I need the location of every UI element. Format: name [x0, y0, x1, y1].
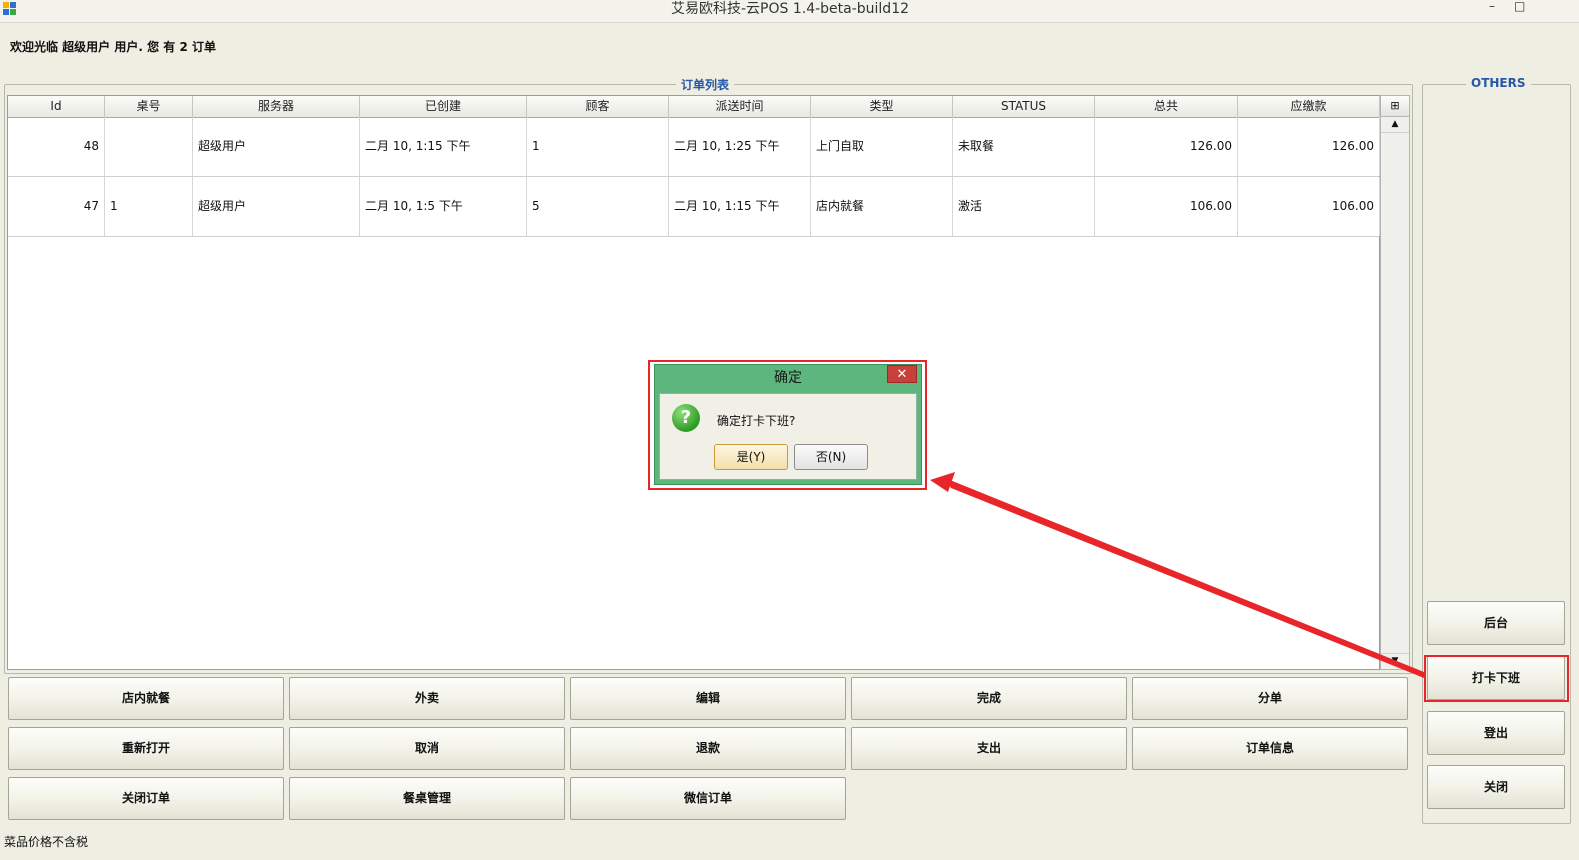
others-panel-title: OTHERS: [1466, 76, 1531, 90]
table-header: Id 桌号 服务器 已创建 顾客 派送时间 类型 STATUS 总共 应缴款: [8, 96, 1380, 118]
scroll-up-arrow-icon[interactable]: ▲: [1381, 117, 1409, 133]
cell-created: 二月 10, 1:15 下午: [360, 117, 527, 176]
logout-button[interactable]: 登出: [1427, 711, 1565, 755]
orders-panel-title: 订单列表: [676, 76, 735, 93]
cell-table: 1: [105, 177, 193, 236]
takeaway-button[interactable]: 外卖: [289, 677, 565, 720]
column-header-customer[interactable]: 顾客: [527, 96, 669, 117]
dialog-close-icon[interactable]: ✕: [887, 365, 917, 383]
status-bar-text: 菜品价格不含税: [4, 835, 89, 849]
close-app-button[interactable]: 关闭: [1427, 765, 1565, 809]
cell-created: 二月 10, 1:5 下午: [360, 177, 527, 236]
column-header-created[interactable]: 已创建: [360, 96, 527, 117]
welcome-text: 欢迎光临 超级用户 用户. 您 有 2 订单: [10, 40, 216, 54]
dialog-message: 确定打卡下班?: [717, 414, 796, 428]
confirm-dialog: 确定 ✕ ? 确定打卡下班? 是(Y) 否(N): [654, 364, 922, 485]
split-order-button[interactable]: 分单: [1132, 677, 1408, 720]
close-order-button[interactable]: 关闭订单: [8, 777, 284, 820]
cell-id: 47: [8, 177, 105, 236]
cell-delivery-time: 二月 10, 1:15 下午: [669, 177, 811, 236]
refund-button[interactable]: 退款: [570, 727, 846, 770]
cell-id: 48: [8, 117, 105, 176]
cell-customer: 1: [527, 117, 669, 176]
wechat-order-button[interactable]: 微信订单: [570, 777, 846, 820]
column-header-table[interactable]: 桌号: [105, 96, 193, 117]
column-chooser-icon[interactable]: ⊞: [1381, 96, 1409, 117]
question-icon: ?: [672, 404, 700, 432]
table-scrollbar[interactable]: ⊞ ▲ ▼: [1380, 95, 1410, 670]
cell-status: 未取餐: [953, 117, 1095, 176]
cell-table: [105, 117, 193, 176]
dine-in-button[interactable]: 店内就餐: [8, 677, 284, 720]
cell-delivery-time: 二月 10, 1:25 下午: [669, 117, 811, 176]
reopen-button[interactable]: 重新打开: [8, 727, 284, 770]
cell-server: 超级用户: [193, 177, 360, 236]
no-button[interactable]: 否(N): [794, 444, 868, 470]
column-header-amount-due[interactable]: 应缴款: [1238, 96, 1380, 117]
clock-out-button[interactable]: 打卡下班: [1427, 656, 1565, 700]
cell-server: 超级用户: [193, 117, 360, 176]
column-header-total[interactable]: 总共: [1095, 96, 1238, 117]
cell-type: 店内就餐: [811, 177, 953, 236]
column-header-status[interactable]: STATUS: [953, 96, 1095, 117]
table-row[interactable]: 48 超级用户 二月 10, 1:15 下午 1 二月 10, 1:25 下午 …: [8, 117, 1380, 177]
order-info-button[interactable]: 订单信息: [1132, 727, 1408, 770]
dialog-body: ? 确定打卡下班? 是(Y) 否(N): [659, 393, 917, 480]
column-header-id[interactable]: Id: [8, 96, 105, 117]
column-header-server[interactable]: 服务器: [193, 96, 360, 117]
expense-button[interactable]: 支出: [851, 727, 1127, 770]
backend-button[interactable]: 后台: [1427, 601, 1565, 645]
cell-status: 激活: [953, 177, 1095, 236]
table-row[interactable]: 47 1 超级用户 二月 10, 1:5 下午 5 二月 10, 1:15 下午…: [8, 177, 1380, 237]
cell-total: 106.00: [1095, 177, 1238, 236]
cell-amount-due: 106.00: [1238, 177, 1380, 236]
maximize-button[interactable]: □: [1514, 0, 1525, 12]
cell-amount-due: 126.00: [1238, 117, 1380, 176]
dialog-title: 确定: [774, 370, 802, 386]
cancel-button[interactable]: 取消: [289, 727, 565, 770]
complete-button[interactable]: 完成: [851, 677, 1127, 720]
cell-total: 126.00: [1095, 117, 1238, 176]
column-header-type[interactable]: 类型: [811, 96, 953, 117]
window-titlebar: 艾易欧科技-云POS 1.4-beta-build12 – □: [0, 0, 1579, 23]
cell-customer: 5: [527, 177, 669, 236]
app-icon: [3, 2, 17, 16]
table-management-button[interactable]: 餐桌管理: [289, 777, 565, 820]
scroll-down-arrow-icon[interactable]: ▼: [1381, 653, 1409, 669]
edit-button[interactable]: 编辑: [570, 677, 846, 720]
cell-type: 上门自取: [811, 117, 953, 176]
window-title: 艾易欧科技-云POS 1.4-beta-build12: [670, 1, 910, 17]
yes-button[interactable]: 是(Y): [714, 444, 788, 470]
column-header-delivery-time[interactable]: 派送时间: [669, 96, 811, 117]
minimize-button[interactable]: –: [1489, 0, 1495, 12]
